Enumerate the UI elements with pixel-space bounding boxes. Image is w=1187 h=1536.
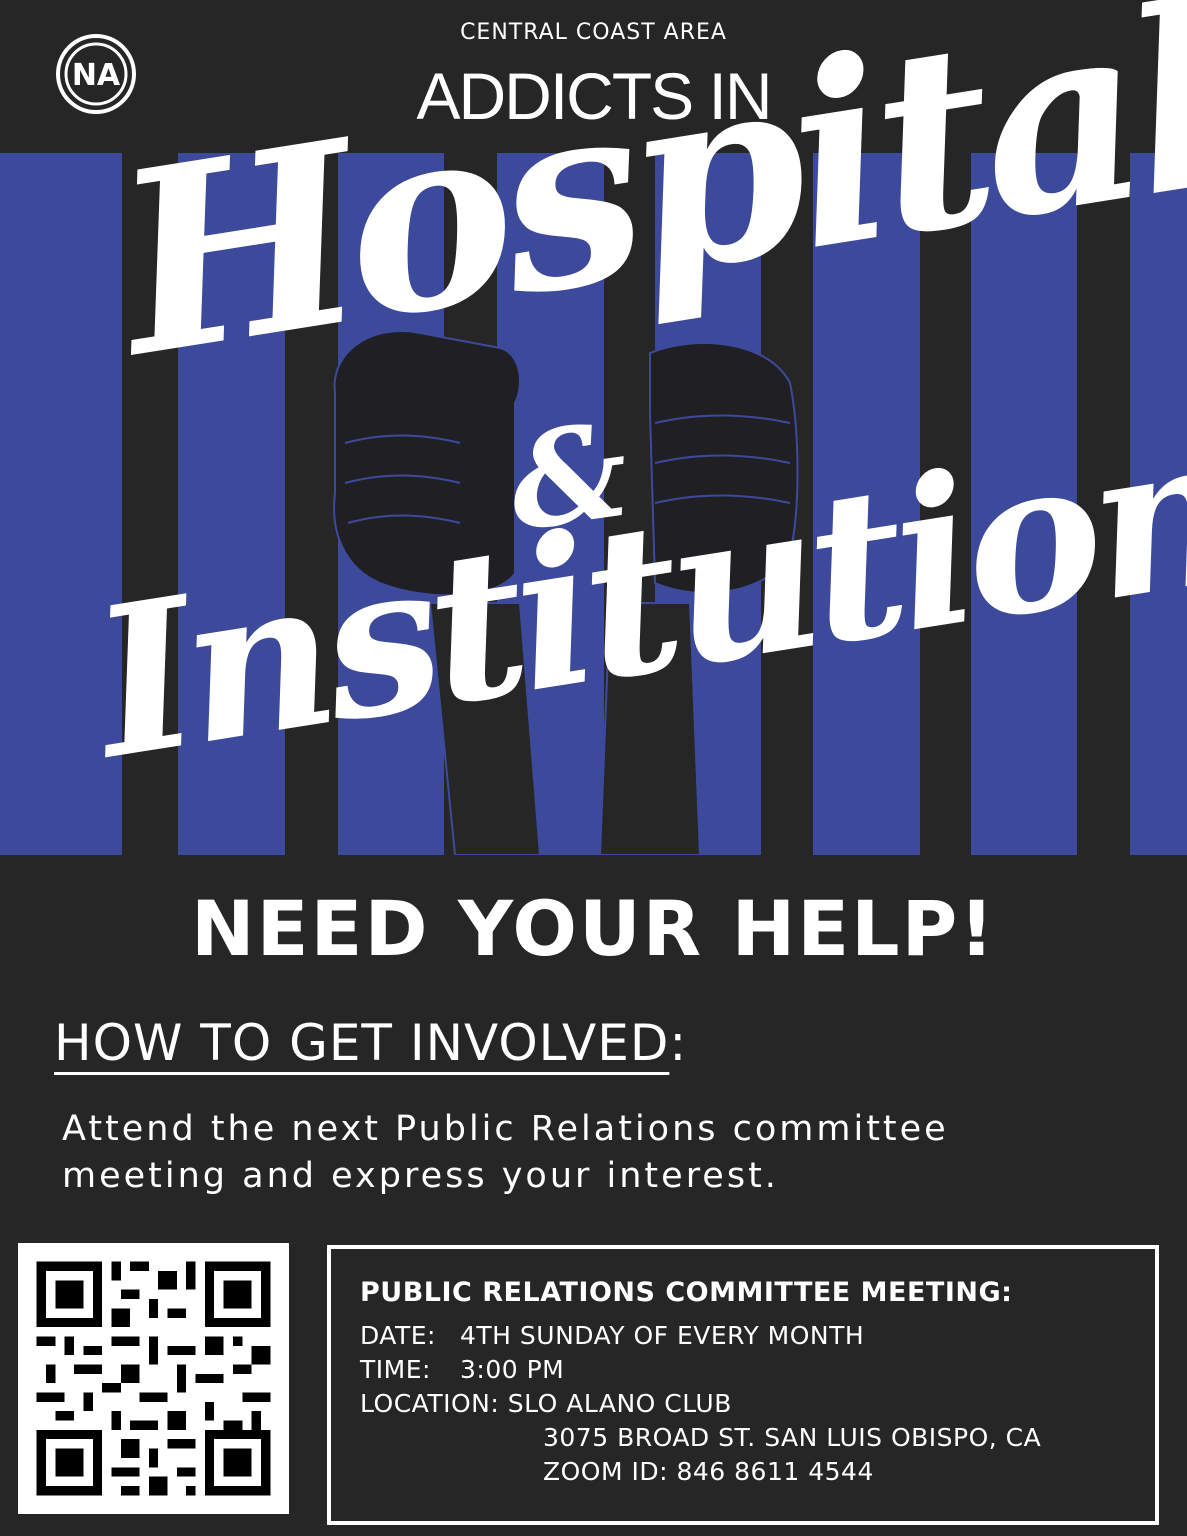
time-label: TIME: — [360, 1355, 431, 1384]
meeting-address: 3075 BROAD ST. SAN LUIS OBISPO, CA — [543, 1423, 1042, 1452]
involve-description: Attend the next Public Relations committ… — [62, 1106, 1142, 1200]
meeting-location: LOCATION: SLO ALANO CLUB — [360, 1389, 732, 1418]
meeting-date: DATE: 4TH SUNDAY OF EVERY MONTH — [360, 1321, 864, 1350]
involve-line-2: meeting and express your interest. — [62, 1156, 779, 1196]
how-to-heading: HOW TO GET INVOLVED: — [54, 1014, 687, 1072]
need-your-help-callout: NEED YOUR HELP! — [191, 884, 996, 973]
date-value: 4TH SUNDAY OF EVERY MONTH — [460, 1321, 865, 1350]
date-label: DATE: — [360, 1321, 436, 1350]
meeting-info-box: PUBLIC RELATIONS COMMITTEE MEETING: DATE… — [327, 1245, 1159, 1525]
meeting-title: PUBLIC RELATIONS COMMITTEE MEETING: — [360, 1277, 1013, 1308]
qr-code-graphic — [18, 1243, 289, 1514]
location-value: SLO ALANO CLUB — [507, 1389, 732, 1418]
meeting-zoom-id: ZOOM ID: 846 8611 4544 — [543, 1457, 874, 1486]
how-to-colon: : — [669, 1014, 688, 1072]
time-value: 3:00 PM — [460, 1355, 565, 1384]
qr-code-icon[interactable] — [18, 1243, 289, 1514]
meeting-time: TIME: 3:00 PM — [360, 1355, 564, 1384]
location-label: LOCATION: — [360, 1389, 500, 1418]
how-to-heading-text: HOW TO GET INVOLVED — [54, 1014, 670, 1072]
involve-line-1: Attend the next Public Relations committ… — [62, 1109, 949, 1149]
